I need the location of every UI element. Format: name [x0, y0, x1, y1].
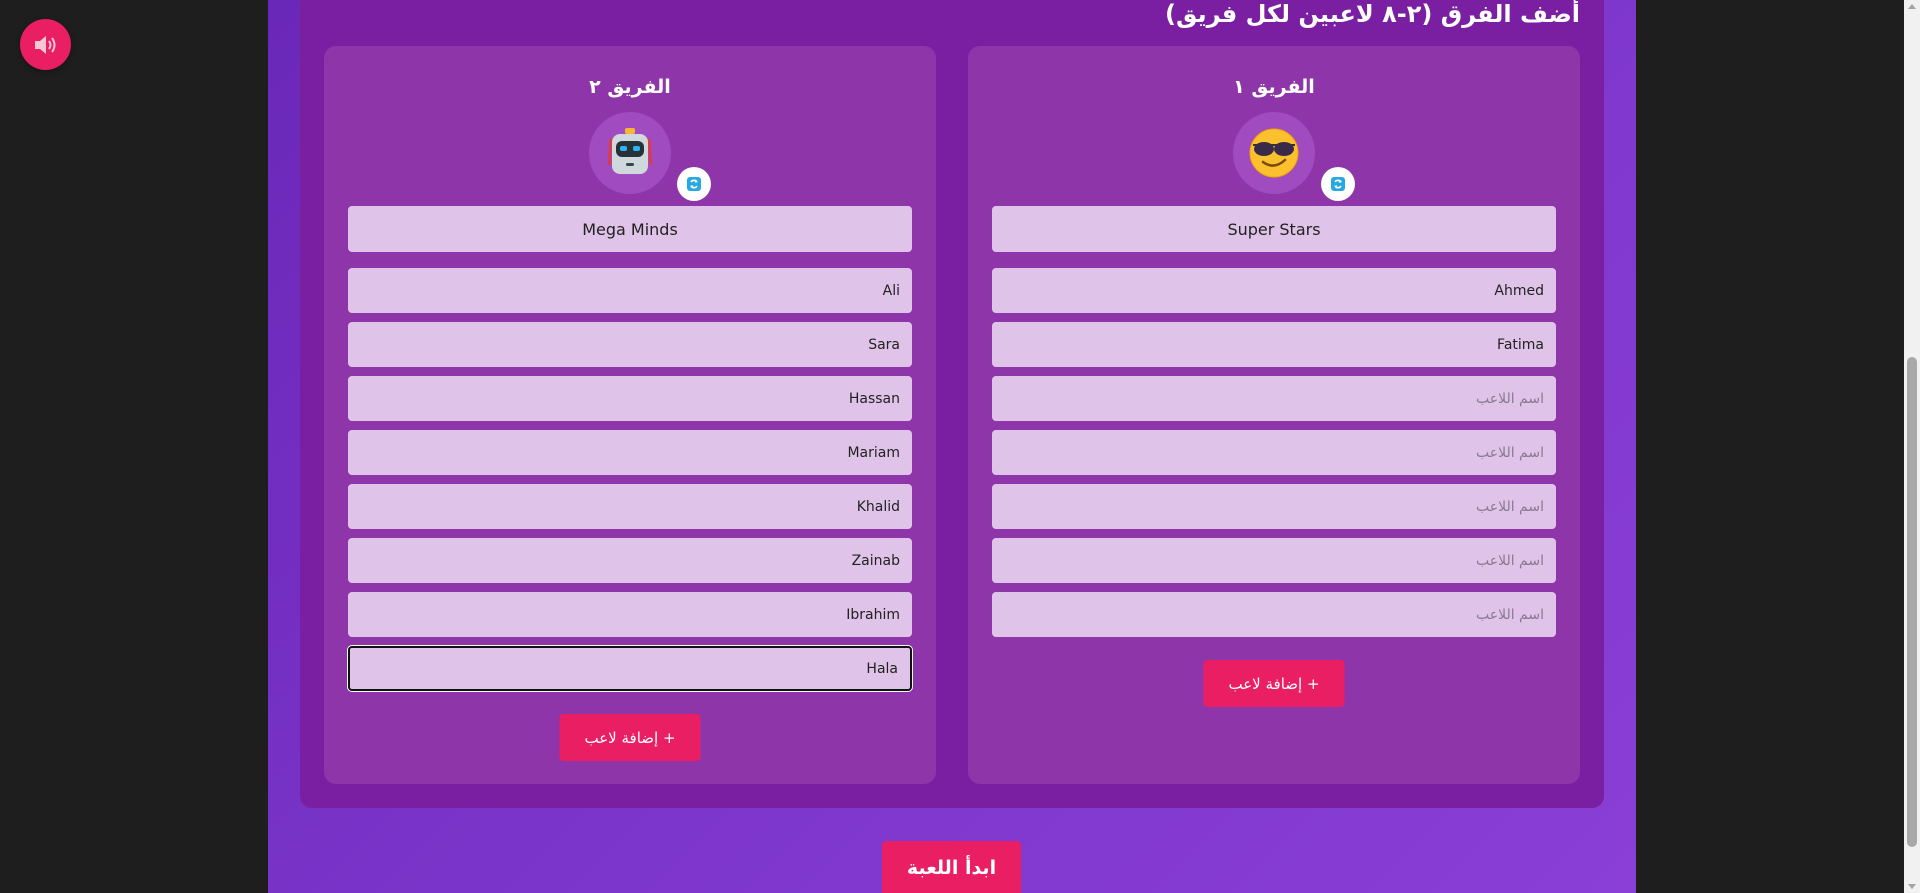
player-input[interactable] — [992, 430, 1556, 475]
player-list — [348, 268, 912, 700]
robot-icon — [607, 128, 653, 174]
team-name-input[interactable] — [348, 206, 912, 252]
sound-toggle-button[interactable] — [20, 19, 71, 70]
player-input[interactable] — [992, 322, 1556, 367]
player-input[interactable] — [348, 538, 912, 583]
team-card-2: الفريق ٢ Mega Minds Ali Sara Hassan Mari… — [324, 46, 936, 784]
teams-section: أضف الفرق (٢-٨ لاعبين لكل فريق) الفريق ١ — [300, 0, 1604, 808]
player-input[interactable] — [992, 538, 1556, 583]
game-setup-page: أضف الفرق (٢-٨ لاعبين لكل فريق) الفريق ١ — [268, 0, 1636, 893]
player-input[interactable] — [992, 376, 1556, 421]
refresh-icon — [687, 177, 701, 191]
player-input[interactable] — [992, 592, 1556, 637]
player-input[interactable] — [348, 322, 912, 367]
player-input-active[interactable] — [348, 646, 912, 691]
team-avatar[interactable] — [589, 112, 711, 201]
add-player-button[interactable]: + إضافة لاعب — [559, 714, 701, 761]
player-input[interactable] — [348, 430, 912, 475]
refresh-icon — [1331, 177, 1345, 191]
team-avatar[interactable] — [1233, 112, 1355, 201]
player-list — [992, 268, 1556, 646]
player-input[interactable] — [348, 376, 912, 421]
player-input[interactable] — [348, 268, 912, 313]
sunglasses-face-icon — [1249, 128, 1299, 178]
team-title: الفريق ٢ — [589, 76, 671, 98]
scroll-up-arrow-icon[interactable] — [1908, 4, 1916, 9]
page-scrollbar[interactable] — [1904, 0, 1920, 893]
speaker-icon — [34, 35, 55, 54]
team-title: الفريق ١ — [1233, 76, 1315, 98]
team-name-input[interactable] — [992, 206, 1556, 252]
change-avatar-button[interactable] — [677, 167, 711, 201]
add-player-button[interactable]: + إضافة لاعب — [1203, 660, 1345, 707]
start-game-button[interactable]: ابدأ اللعبة — [882, 841, 1021, 893]
team-card-1: الفريق ١ Super Stars Ahmed Fatima اسم ال… — [968, 46, 1580, 784]
scroll-down-arrow-icon[interactable] — [1908, 884, 1916, 889]
player-input[interactable] — [992, 268, 1556, 313]
player-input[interactable] — [992, 484, 1556, 529]
section-title: أضف الفرق (٢-٨ لاعبين لكل فريق) — [1164, 0, 1580, 28]
change-avatar-button[interactable] — [1321, 167, 1355, 201]
scrollbar-thumb[interactable] — [1907, 357, 1917, 847]
player-input[interactable] — [348, 484, 912, 529]
player-input[interactable] — [348, 592, 912, 637]
